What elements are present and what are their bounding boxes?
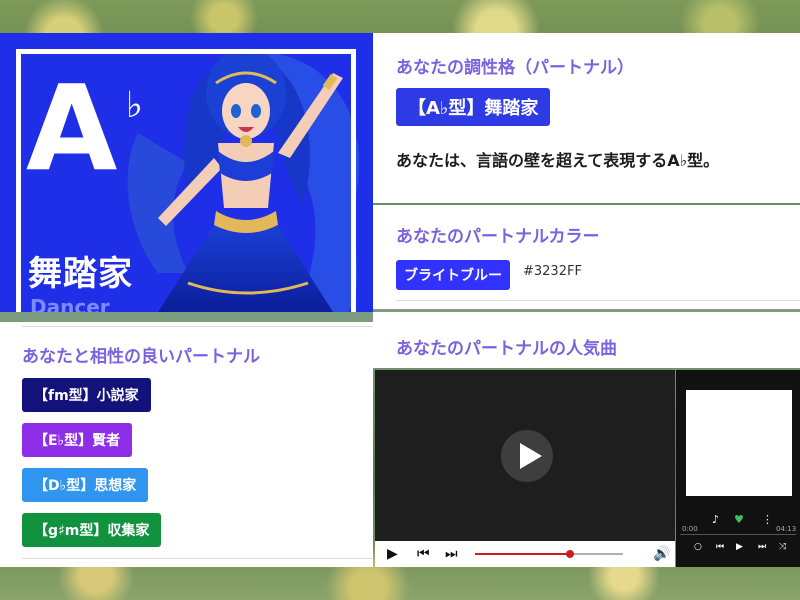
mini-time-start: 0:00	[682, 525, 698, 533]
mini-previous-icon[interactable]: ⏮	[716, 542, 724, 552]
more-icon[interactable]: ⋮	[762, 513, 773, 526]
partner-badge-fm[interactable]: 【fm型】小説家	[22, 378, 151, 412]
personality-title: あなたの調性格（パートナル）	[396, 58, 634, 78]
progress-fill	[475, 553, 570, 555]
color-section: あなたのパートナルカラー ブライトブルー #3232FF	[373, 205, 800, 309]
music-note-icon[interactable]: ♪	[712, 513, 719, 526]
partner-badge-gsm[interactable]: 【g♯m型】収集家	[22, 513, 162, 547]
divider	[22, 326, 373, 327]
hero-banner: A ♭ 舞踏家 Dancer	[0, 33, 373, 312]
shuffle-icon[interactable]: ⤨	[779, 542, 786, 552]
volume-icon[interactable]: 🔊	[653, 546, 670, 562]
personality-section: あなたの調性格（パートナル） 【A♭型】舞踏家 あなたは、言語の壁を超えて表現す…	[373, 33, 800, 203]
progress-bar[interactable]	[475, 550, 623, 558]
progress-handle[interactable]	[565, 550, 574, 558]
partners-title: あなたと相性の良いパートナル	[22, 347, 260, 367]
type-badge: 【A♭型】舞踏家	[396, 88, 551, 126]
song-title: あなたのパートナルの人気曲	[396, 339, 617, 359]
type-description: あなたは、言語の壁を超えて表現するA♭型。	[396, 151, 720, 170]
player-controls: ▶ ⏮ ⏭ 🔊	[375, 541, 675, 567]
video-player[interactable]: ▶ ⏮ ⏭ 🔊	[375, 370, 675, 567]
partners-section: あなたと相性の良いパートナル 【fm型】小説家 【E♭型】賢者 【D♭型】思想家…	[0, 322, 373, 567]
partner-badge-eb[interactable]: 【E♭型】賢者	[22, 423, 133, 457]
mini-progress-bar[interactable]	[680, 534, 796, 535]
play-button[interactable]	[501, 430, 553, 482]
play-small-icon[interactable]: ▶	[387, 546, 398, 562]
mini-player: ♪ ♥ ⋮ 0:00 04:13 ○ ⏮ ▶ ⏭ ⤨	[676, 370, 800, 567]
mini-next-icon[interactable]: ⏭	[758, 542, 766, 552]
heart-icon[interactable]: ♥	[734, 513, 744, 526]
album-art	[686, 390, 792, 496]
song-section: あなたのパートナルの人気曲	[373, 312, 800, 368]
divider	[396, 300, 800, 301]
color-chip: ブライトブルー	[396, 260, 510, 290]
key-accidental: ♭	[126, 85, 143, 126]
color-title: あなたのパートナルカラー	[396, 227, 600, 247]
color-hex: #3232FF	[523, 264, 582, 279]
cast-icon[interactable]: ○	[694, 542, 702, 552]
play-icon	[520, 443, 542, 469]
key-letter: A	[26, 59, 118, 197]
type-name: 舞踏家	[28, 254, 133, 294]
mini-play-icon[interactable]: ▶	[736, 542, 743, 552]
partner-badge-db[interactable]: 【D♭型】思想家	[22, 468, 149, 502]
next-icon[interactable]: ⏭	[445, 546, 458, 562]
mini-time-end: 04:13	[776, 525, 797, 533]
type-name-en: Dancer	[30, 295, 110, 312]
divider	[22, 558, 373, 559]
previous-icon[interactable]: ⏮	[417, 546, 430, 562]
